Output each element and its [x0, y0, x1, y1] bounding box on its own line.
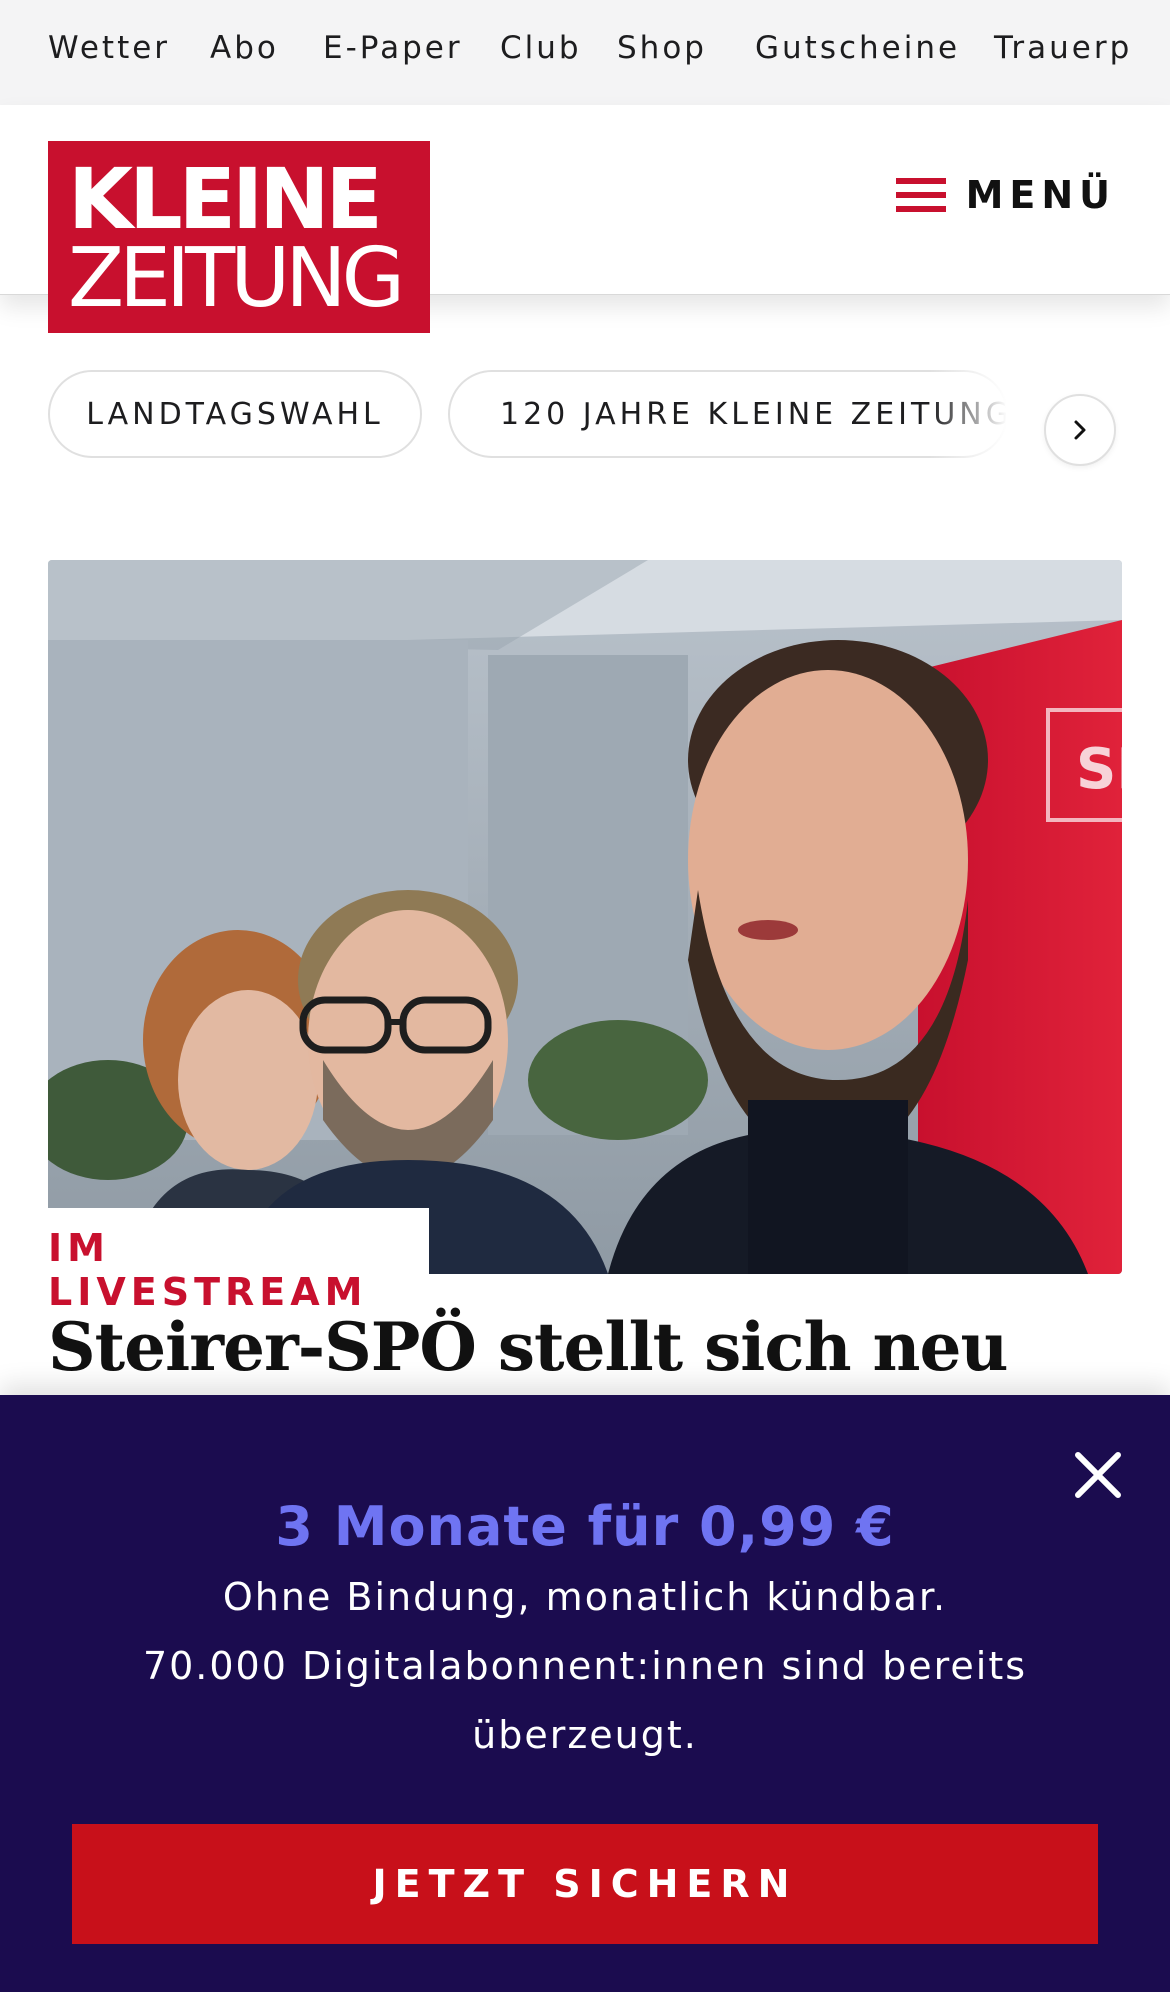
top-utility-nav: Wetter Abo E-Paper Club Shop Gutscheine …	[0, 0, 1170, 105]
offer-line-2: 70.000 Digitalabonnent:innen sind bereit…	[142, 1644, 1028, 1688]
offer-title: 3 Monate für 0,99 €	[275, 1495, 895, 1558]
subscription-overlay: 3 Monate für 0,99 € Ohne Bindung, monatl…	[0, 1395, 1170, 1992]
topic-chip-120-jahre[interactable]: 120 JAHRE KLEINE ZEITUNG	[448, 370, 1008, 458]
nav-link-gutscheine[interactable]: Gutscheine	[755, 30, 960, 66]
menu-button[interactable]: MENÜ	[896, 165, 1116, 225]
topic-chip-landtagswahl[interactable]: LANDTAGSWAHL	[48, 370, 422, 458]
topic-chip-bar: LANDTAGSWAHL 120 JAHRE KLEINE ZEITUNG	[0, 368, 1170, 488]
hero-photo: SP	[48, 560, 1122, 1274]
chevron-right-icon	[1074, 420, 1086, 440]
chip-fade	[930, 368, 1040, 488]
nav-link-wetter[interactable]: Wetter	[48, 30, 170, 66]
nav-link-abo[interactable]: Abo	[210, 30, 279, 66]
banner-text: SP	[1076, 737, 1122, 802]
chips-next-button[interactable]	[1044, 394, 1116, 466]
subscribe-cta-button[interactable]: JETZT SICHERN	[72, 1824, 1098, 1944]
article-kicker: IM LIVESTREAM	[48, 1226, 368, 1314]
nav-link-club[interactable]: Club	[500, 30, 582, 66]
offer-line-3: überzeugt.	[472, 1713, 698, 1757]
nav-link-epaper[interactable]: E-Paper	[323, 30, 463, 66]
offer-line-1: Ohne Bindung, monatlich kündbar.	[222, 1575, 948, 1619]
menu-label: MENÜ	[965, 173, 1116, 217]
nav-link-shop[interactable]: Shop	[617, 30, 707, 66]
nav-link-trauerportal[interactable]: Trauerp	[994, 30, 1132, 66]
article-hero-image[interactable]: SP	[48, 560, 1122, 1274]
logo-text-zeitung: ZEITUNG	[68, 231, 405, 326]
kicker-box: IM LIVESTREAM	[48, 1208, 429, 1314]
hamburger-icon	[896, 176, 946, 214]
site-logo[interactable]: KLEINE ZEITUNG	[48, 141, 430, 333]
topic-chip-label: LANDTAGSWAHL	[86, 396, 384, 432]
subscribe-cta-label: JETZT SICHERN	[372, 1862, 798, 1906]
article-headline[interactable]: Steirer-SPÖ stellt sich neu	[48, 1308, 1008, 1386]
